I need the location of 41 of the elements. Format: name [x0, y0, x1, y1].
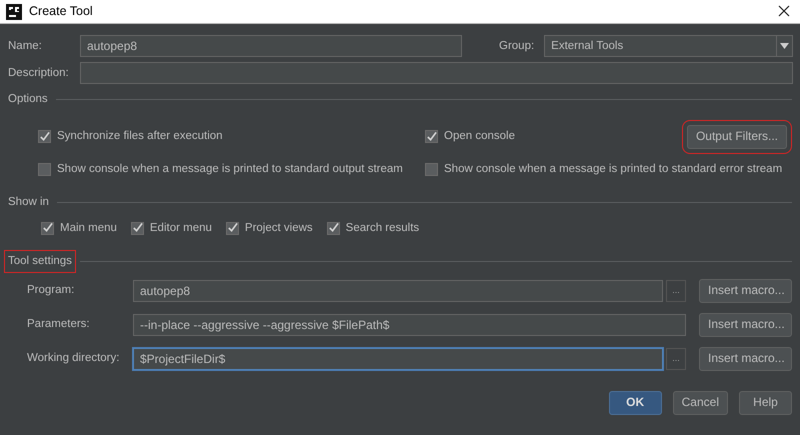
- name-field[interactable]: autopep8: [80, 35, 462, 57]
- checkbox-label: Editor menu: [150, 220, 212, 236]
- section-title: Options: [8, 92, 48, 107]
- insert-macro-button[interactable]: Insert macro...: [699, 346, 792, 371]
- app-logo-icon: [6, 4, 22, 20]
- text-field[interactable]: $ProjectFileDir$: [133, 348, 663, 370]
- field-label: Name:: [8, 38, 43, 54]
- checkbox[interactable]: [38, 130, 51, 144]
- insert-macro-button[interactable]: Insert macro...: [699, 278, 792, 303]
- dialog-button[interactable]: Help: [739, 390, 792, 415]
- text-field[interactable]: --in-place --aggressive --aggressive $FilePath$: [133, 314, 686, 336]
- checkbox[interactable]: [130, 222, 144, 235]
- checkbox-label: Project views: [244, 220, 313, 236]
- dialog-button[interactable]: OK: [608, 390, 662, 415]
- checkbox[interactable]: [326, 222, 340, 235]
- window-title: Create Tool: [29, 3, 93, 20]
- checkbox[interactable]: [38, 162, 51, 176]
- description-field[interactable]: [80, 62, 793, 84]
- checkbox-label: Show console when a message is printed to standard output stream: [57, 162, 403, 177]
- field-label: Program:: [27, 283, 76, 298]
- checkbox[interactable]: [226, 222, 239, 235]
- checkbox-label: Main menu: [60, 220, 117, 236]
- field-label: Working directory:: [27, 351, 120, 366]
- field-label: Description:: [8, 66, 70, 80]
- dialog-button[interactable]: Cancel: [672, 390, 728, 415]
- group-dropdown[interactable]: External Tools: [544, 35, 793, 57]
- checkbox-label: Open console: [444, 129, 515, 144]
- browse-button[interactable]: ...: [666, 348, 686, 370]
- insert-macro-button[interactable]: Insert macro...: [699, 312, 792, 337]
- dropdown-arrow-icon: [780, 43, 789, 49]
- field-label: Group:: [499, 38, 534, 54]
- checkbox-label: Show console when a message is printed to standard error stream: [444, 162, 782, 177]
- browse-button[interactable]: ...: [666, 280, 686, 302]
- checkbox[interactable]: [425, 130, 438, 144]
- text-field[interactable]: autopep8: [133, 280, 663, 302]
- checkbox[interactable]: [425, 162, 438, 176]
- checkbox[interactable]: [41, 222, 54, 235]
- checkbox-label: Synchronize files after execution: [57, 129, 223, 144]
- field-label: Parameters:: [27, 317, 91, 332]
- checkbox-label: Search results: [346, 220, 420, 236]
- section-title: Show in: [8, 194, 49, 210]
